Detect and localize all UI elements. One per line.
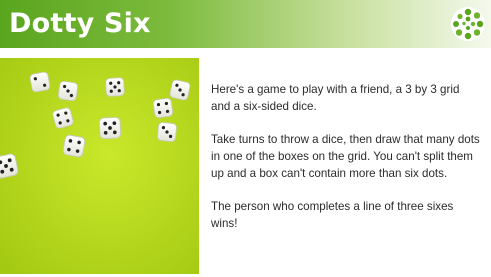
- title-bar: Dotty Six: [0, 0, 491, 48]
- page-title: Dotty Six: [9, 8, 151, 39]
- paragraph-win: The person who completes a line of three…: [211, 200, 454, 230]
- die: [104, 76, 126, 98]
- paragraph-rules: Take turns to throw a dice, then draw th…: [211, 133, 480, 180]
- die: [57, 80, 79, 102]
- description: Here's a game to play with a friend, a 3…: [211, 81, 481, 248]
- paragraph-intro: Here's a game to play with a friend, a 3…: [211, 83, 460, 113]
- die: [152, 97, 174, 119]
- dice-photo: [0, 58, 199, 274]
- green-spiral-logo-icon: [451, 7, 485, 41]
- die: [168, 78, 192, 102]
- die: [98, 116, 122, 140]
- die: [156, 121, 178, 143]
- die: [62, 134, 86, 158]
- die: [29, 71, 51, 93]
